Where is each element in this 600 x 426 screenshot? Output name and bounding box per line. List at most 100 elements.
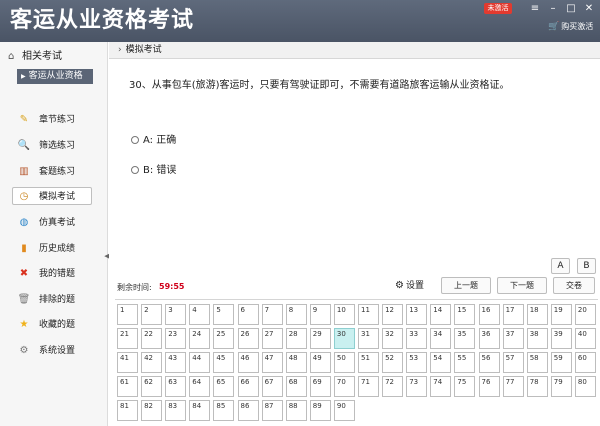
question-cell-74[interactable]: 74	[430, 376, 452, 397]
question-cell-86[interactable]: 86	[237, 400, 259, 421]
question-cell-66[interactable]: 66	[237, 376, 259, 397]
question-cell-50[interactable]: 50	[333, 352, 355, 373]
question-cell-25[interactable]: 25	[213, 328, 235, 349]
question-cell-44[interactable]: 44	[189, 352, 211, 373]
question-cell-79[interactable]: 79	[550, 376, 572, 397]
sidebar-item-system-settings[interactable]: ⚙ 系统设置	[12, 341, 92, 359]
question-cell-78[interactable]: 78	[526, 376, 548, 397]
question-cell-65[interactable]: 65	[213, 376, 235, 397]
activation-badge[interactable]: 未激活	[484, 3, 512, 14]
question-cell-62[interactable]: 62	[141, 376, 163, 397]
question-cell-13[interactable]: 13	[406, 304, 428, 325]
question-cell-14[interactable]: 14	[430, 304, 452, 325]
question-cell-22[interactable]: 22	[141, 328, 163, 349]
question-cell-76[interactable]: 76	[478, 376, 500, 397]
question-cell-54[interactable]: 54	[430, 352, 452, 373]
question-cell-31[interactable]: 31	[358, 328, 379, 349]
question-cell-59[interactable]: 59	[550, 352, 572, 373]
question-cell-12[interactable]: 12	[382, 304, 404, 325]
option-a[interactable]: A: 正确	[131, 134, 176, 148]
sidebar-item-excluded-questions[interactable]: 🗑 排除的题	[12, 290, 92, 308]
question-cell-7[interactable]: 7	[261, 304, 283, 325]
question-cell-11[interactable]: 11	[358, 304, 379, 325]
question-cell-33[interactable]: 33	[406, 328, 428, 349]
question-cell-23[interactable]: 23	[165, 328, 187, 349]
question-cell-82[interactable]: 82	[141, 400, 163, 421]
question-cell-71[interactable]: 71	[358, 376, 379, 397]
question-cell-38[interactable]: 38	[526, 328, 548, 349]
question-cell-21[interactable]: 21	[117, 328, 138, 349]
question-cell-70[interactable]: 70	[333, 376, 355, 397]
question-cell-16[interactable]: 16	[478, 304, 500, 325]
question-cell-19[interactable]: 19	[550, 304, 572, 325]
question-cell-10[interactable]: 10	[333, 304, 355, 325]
question-cell-49[interactable]: 49	[309, 352, 331, 373]
sidebar-item-chapter-practice[interactable]: ✎ 章节练习	[12, 110, 92, 128]
question-cell-15[interactable]: 15	[454, 304, 476, 325]
question-cell-83[interactable]: 83	[165, 400, 187, 421]
question-cell-27[interactable]: 27	[261, 328, 283, 349]
option-b[interactable]: B: 错误	[131, 164, 176, 178]
question-cell-81[interactable]: 81	[117, 400, 138, 421]
question-cell-48[interactable]: 48	[285, 352, 307, 373]
question-cell-57[interactable]: 57	[502, 352, 524, 373]
question-cell-75[interactable]: 75	[454, 376, 476, 397]
question-cell-52[interactable]: 52	[382, 352, 404, 373]
question-cell-64[interactable]: 64	[189, 376, 211, 397]
next-question-button[interactable]: 下一题	[497, 277, 547, 294]
question-cell-20[interactable]: 20	[574, 304, 596, 325]
question-cell-58[interactable]: 58	[526, 352, 548, 373]
question-cell-2[interactable]: 2	[141, 304, 163, 325]
radio-option-b[interactable]	[131, 166, 139, 174]
question-cell-29[interactable]: 29	[309, 328, 331, 349]
close-icon[interactable]: ✕	[582, 2, 596, 15]
settings-button[interactable]: ⚙ 设置	[395, 279, 424, 293]
question-cell-28[interactable]: 28	[285, 328, 307, 349]
question-cell-4[interactable]: 4	[189, 304, 211, 325]
sidebar-item-history-scores[interactable]: ▮ 历史成绩	[12, 239, 92, 257]
radio-option-a[interactable]	[131, 136, 139, 144]
question-cell-32[interactable]: 32	[382, 328, 404, 349]
question-cell-72[interactable]: 72	[382, 376, 404, 397]
question-cell-85[interactable]: 85	[213, 400, 235, 421]
question-cell-61[interactable]: 61	[117, 376, 138, 397]
question-cell-5[interactable]: 5	[213, 304, 235, 325]
question-cell-47[interactable]: 47	[261, 352, 283, 373]
question-cell-42[interactable]: 42	[141, 352, 163, 373]
question-cell-53[interactable]: 53	[406, 352, 428, 373]
question-cell-51[interactable]: 51	[358, 352, 379, 373]
question-cell-69[interactable]: 69	[309, 376, 331, 397]
sidebar-item-favorites[interactable]: ★ 收藏的题	[12, 315, 92, 333]
minimize-icon[interactable]: –	[546, 2, 560, 15]
question-cell-9[interactable]: 9	[309, 304, 331, 325]
sidebar-item-my-mistakes[interactable]: ✖ 我的错题	[12, 264, 92, 282]
question-cell-56[interactable]: 56	[478, 352, 500, 373]
question-cell-1[interactable]: 1	[117, 304, 138, 325]
sidebar-item-set-practice[interactable]: ▥ 套题练习	[12, 162, 92, 180]
question-cell-45[interactable]: 45	[213, 352, 235, 373]
question-cell-55[interactable]: 55	[454, 352, 476, 373]
question-cell-80[interactable]: 80	[574, 376, 596, 397]
question-cell-3[interactable]: 3	[165, 304, 187, 325]
question-cell-67[interactable]: 67	[261, 376, 283, 397]
question-cell-8[interactable]: 8	[285, 304, 307, 325]
font-a-button[interactable]: A	[551, 258, 570, 274]
maximize-icon[interactable]: □	[564, 2, 578, 15]
question-cell-63[interactable]: 63	[165, 376, 187, 397]
question-cell-30[interactable]: 30	[333, 328, 355, 349]
question-cell-73[interactable]: 73	[406, 376, 428, 397]
question-cell-46[interactable]: 46	[237, 352, 259, 373]
font-b-button[interactable]: B	[577, 258, 596, 274]
question-cell-36[interactable]: 36	[478, 328, 500, 349]
sidebar-subitem-passenger-qualification[interactable]: ▶ 客运从业资格	[17, 69, 93, 84]
sidebar-item-simulation-exam[interactable]: ◍ 仿真考试	[12, 213, 92, 231]
question-cell-41[interactable]: 41	[117, 352, 138, 373]
question-cell-77[interactable]: 77	[502, 376, 524, 397]
menu-icon[interactable]: ≡	[528, 2, 542, 15]
question-cell-37[interactable]: 37	[502, 328, 524, 349]
sidebar-item-mock-exam[interactable]: ◷ 模拟考试	[12, 187, 92, 205]
question-cell-68[interactable]: 68	[285, 376, 307, 397]
question-cell-43[interactable]: 43	[165, 352, 187, 373]
question-cell-84[interactable]: 84	[189, 400, 211, 421]
question-cell-24[interactable]: 24	[189, 328, 211, 349]
